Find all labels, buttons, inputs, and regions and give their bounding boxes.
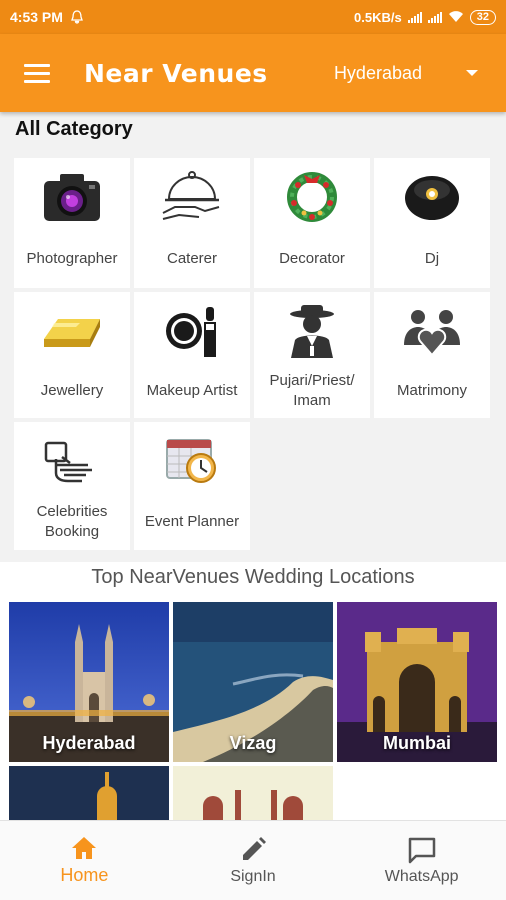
location-vizag[interactable]: Vizag: [173, 602, 333, 762]
category-decorator[interactable]: Decorator: [254, 158, 370, 288]
category-label: Event Planner: [144, 513, 240, 530]
category-celebrities-booking[interactable]: Celebrities Booking: [14, 422, 130, 550]
dropdown-arrow-icon: [466, 70, 478, 76]
location-tile[interactable]: [9, 766, 169, 820]
makeup-icon: [157, 298, 227, 364]
category-photographer[interactable]: Photographer: [14, 158, 130, 288]
status-time: 4:53 PM: [10, 9, 63, 25]
city-dropdown[interactable]: Hyderabad: [334, 63, 478, 84]
category-label: Matrimony: [396, 382, 467, 399]
network-speed: 0.5KB/s: [354, 9, 402, 25]
signal-icon: [427, 11, 442, 23]
category-event-planner[interactable]: Event Planner: [134, 422, 250, 550]
category-label: Jewellery: [40, 382, 104, 399]
category-heading: All Category: [15, 118, 133, 140]
city-dropdown-value: Hyderabad: [333, 62, 422, 83]
category-label: Decorator: [279, 250, 345, 267]
app-bar: Near Venues Hyderabad: [0, 34, 506, 112]
category-label: Celebrities Booking: [36, 503, 108, 540]
category-makeup-artist[interactable]: Makeup Artist: [134, 292, 250, 418]
bottom-navigation: Home SignIn WhatsApp: [0, 820, 506, 900]
status-bar: 4:53 PM 0.5KB/s 32: [0, 0, 506, 34]
wifi-icon: [448, 11, 463, 22]
couple-heart-icon: [397, 298, 467, 364]
speaker-ball-icon: [397, 164, 467, 230]
category-pujari-priest-imam[interactable]: Pujari/Priest/ Imam: [254, 292, 370, 418]
location-hyderabad[interactable]: Hyderabad: [9, 602, 169, 762]
location-mumbai[interactable]: Mumbai: [337, 602, 497, 762]
location-name: Vizag: [229, 733, 277, 753]
nav-label: WhatsApp: [384, 867, 459, 885]
location-name: Hyderabad: [42, 733, 136, 753]
gold-bar-icon: [37, 298, 107, 364]
category-caterer[interactable]: Caterer: [134, 158, 250, 288]
pencil-icon: [243, 836, 266, 860]
category-matrimony[interactable]: Matrimony: [374, 292, 490, 418]
calendar-clock-icon: [157, 428, 227, 494]
booking-hand-icon: [37, 428, 107, 494]
menu-button[interactable]: [12, 45, 68, 101]
wreath-icon: [277, 164, 347, 230]
nav-signin[interactable]: SignIn: [169, 821, 338, 900]
nav-label: SignIn: [230, 867, 276, 885]
category-label: Dj: [424, 250, 440, 267]
nav-home[interactable]: Home: [0, 821, 169, 900]
category-label: Pujari/Priest/ Imam: [269, 372, 355, 409]
category-label: Makeup Artist: [146, 382, 238, 399]
app-title: Near Venues: [84, 58, 268, 88]
priest-icon: [277, 298, 347, 364]
location-name: Mumbai: [382, 733, 451, 753]
nav-whatsapp[interactable]: WhatsApp: [337, 821, 506, 900]
nav-label: Home: [60, 865, 109, 885]
battery-indicator: 32: [469, 9, 496, 25]
category-label: Photographer: [26, 250, 118, 267]
camera-icon: [37, 164, 107, 230]
serving-cloche-icon: [157, 164, 227, 230]
location-tile[interactable]: [173, 766, 333, 820]
signal-icon: [407, 11, 422, 23]
category-label: Caterer: [166, 250, 218, 267]
category-dj[interactable]: Dj: [374, 158, 490, 288]
locations-heading: Top NearVenues Wedding Locations: [91, 566, 415, 588]
notification-bell-icon: [71, 10, 83, 24]
home-icon: [72, 837, 97, 859]
category-jewellery[interactable]: Jewellery: [14, 292, 130, 418]
chat-bubble-icon: [408, 837, 435, 863]
